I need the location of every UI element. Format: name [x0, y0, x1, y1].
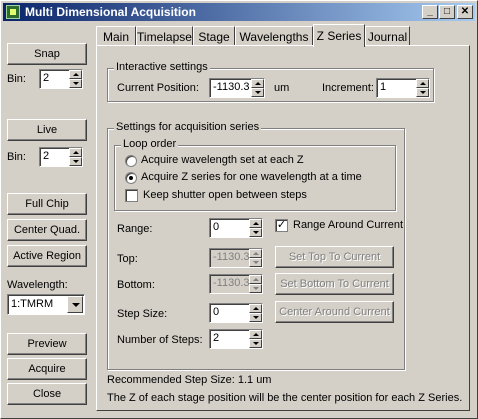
spin-up-icon: [249, 249, 262, 258]
acquisition-series-title: Settings for acquisition series: [114, 121, 262, 133]
snap-button[interactable]: Snap: [7, 43, 87, 65]
bottom-spin-buttons: [249, 275, 262, 293]
number-of-steps-value: 2: [213, 332, 220, 344]
spin-up-icon[interactable]: [69, 148, 82, 157]
center-position-note: The Z of each stage position will be the…: [107, 392, 463, 404]
live-bin-label: Bin:: [7, 151, 26, 163]
tab-main[interactable]: Main: [96, 26, 136, 46]
spin-down-icon[interactable]: [249, 313, 262, 322]
spin-down-icon[interactable]: [416, 88, 429, 97]
tab-wavelengths[interactable]: Wavelengths: [235, 26, 313, 46]
preview-button[interactable]: Preview: [7, 333, 87, 355]
recommended-step-size-text: Recommended Step Size: 1.1 um: [107, 374, 272, 386]
range-value: 0: [213, 221, 220, 233]
current-position-label: Current Position:: [117, 82, 199, 94]
increment-spinner[interactable]: 1: [376, 78, 430, 98]
live-bin-spinner[interactable]: 2: [39, 147, 83, 167]
spin-down-icon: [249, 258, 262, 267]
increment-value: 1: [380, 81, 387, 93]
close-button[interactable]: Close: [7, 383, 87, 405]
app-icon: [6, 5, 20, 19]
loop-order-title: Loop order: [121, 138, 179, 150]
minimize-button[interactable]: _: [422, 5, 438, 19]
top-spinner: -1130.3: [209, 248, 263, 268]
spin-up-icon[interactable]: [249, 219, 262, 228]
current-position-value: -1130.3: [213, 81, 250, 93]
range-around-current-label[interactable]: Range Around Current: [293, 219, 403, 231]
live-button[interactable]: Live: [7, 119, 87, 141]
spin-down-icon[interactable]: [249, 339, 262, 348]
snap-bin-spinner[interactable]: 2: [39, 69, 83, 89]
main-window: Multi Dimensional Acquisition _ □ ✕ Snap…: [0, 0, 478, 419]
spin-up-icon[interactable]: [416, 79, 429, 88]
spin-down-icon[interactable]: [69, 79, 82, 88]
z-series-panel: Interactive settings Current Position: -…: [96, 45, 470, 411]
range-spin-buttons[interactable]: [249, 219, 262, 237]
live-bin-value: 2: [43, 150, 50, 162]
tab-timelapse[interactable]: Timelapse: [136, 26, 193, 46]
top-spin-buttons: [249, 249, 262, 267]
wavelength-value: 1:TMRM: [11, 298, 54, 310]
set-bottom-to-current-button: Set Bottom To Current: [275, 273, 394, 295]
snap-bin-value: 2: [43, 72, 50, 84]
top-value: -1130.3: [213, 251, 250, 263]
center-around-current-button: Center Around Current: [275, 301, 394, 323]
step-size-spin-buttons[interactable]: [249, 304, 262, 322]
spin-up-icon[interactable]: [251, 79, 264, 88]
tab-journal[interactable]: Journal: [365, 26, 410, 46]
wavelength-label: Wavelength:: [7, 279, 68, 291]
spin-down-icon: [249, 284, 262, 293]
spin-down-icon[interactable]: [69, 157, 82, 166]
range-spinner[interactable]: 0: [209, 218, 263, 238]
increment-spin-buttons[interactable]: [416, 79, 429, 97]
spin-up-icon[interactable]: [69, 70, 82, 79]
full-chip-button[interactable]: Full Chip: [7, 193, 87, 215]
close-window-button[interactable]: ✕: [457, 5, 473, 19]
top-label: Top:: [117, 253, 138, 265]
tab-z-series[interactable]: Z Series: [313, 24, 365, 47]
option-wavelength-set-label[interactable]: Acquire wavelength set at each Z: [141, 154, 304, 166]
current-position-spinner[interactable]: -1130.3: [209, 78, 265, 98]
number-of-steps-spin-buttons[interactable]: [249, 330, 262, 348]
snap-bin-label: Bin:: [7, 73, 26, 85]
step-size-spinner[interactable]: 0: [209, 303, 263, 323]
spin-up-icon: [249, 275, 262, 284]
position-unit-label: um: [274, 82, 290, 94]
maximize-button[interactable]: □: [439, 5, 455, 19]
set-top-to-current-button: Set Top To Current: [275, 246, 394, 268]
current-position-spin-buttons[interactable]: [251, 79, 264, 97]
option-z-series-label[interactable]: Acquire Z series for one wavelength at a…: [141, 171, 362, 183]
increment-label: Increment:: [322, 82, 374, 94]
number-of-steps-spinner[interactable]: 2: [209, 329, 263, 349]
center-quad-button[interactable]: Center Quad.: [7, 219, 87, 241]
acquire-button[interactable]: Acquire: [7, 358, 87, 380]
step-size-value: 0: [213, 306, 220, 318]
dropdown-arrow-icon[interactable]: [67, 296, 83, 313]
live-bin-spin-buttons[interactable]: [69, 148, 82, 166]
bottom-value: -1130.3: [213, 277, 250, 289]
active-region-button[interactable]: Active Region: [7, 245, 87, 267]
spin-up-icon[interactable]: [249, 304, 262, 313]
number-of-steps-label: Number of Steps:: [117, 334, 203, 346]
keep-shutter-checkbox[interactable]: [125, 189, 138, 202]
range-label: Range:: [117, 223, 153, 235]
option-z-series-radio[interactable]: [125, 172, 137, 184]
spin-down-icon[interactable]: [249, 228, 262, 237]
bottom-spinner: -1130.3: [209, 274, 263, 294]
step-size-label: Step Size:: [117, 308, 168, 320]
bottom-label: Bottom:: [117, 279, 155, 291]
wavelength-select[interactable]: 1:TMRM: [7, 294, 85, 315]
window-title: Multi Dimensional Acquisition: [25, 5, 196, 19]
option-wavelength-set-radio[interactable]: [125, 155, 137, 167]
range-around-current-checkbox[interactable]: ✓: [275, 219, 288, 232]
tab-stage[interactable]: Stage: [193, 26, 235, 46]
snap-bin-spin-buttons[interactable]: [69, 70, 82, 88]
spin-up-icon[interactable]: [249, 330, 262, 339]
spin-down-icon[interactable]: [251, 88, 264, 97]
keep-shutter-label[interactable]: Keep shutter open between steps: [143, 189, 307, 201]
interactive-settings-title: Interactive settings: [114, 61, 210, 73]
title-bar[interactable]: Multi Dimensional Acquisition _ □ ✕: [3, 3, 475, 21]
